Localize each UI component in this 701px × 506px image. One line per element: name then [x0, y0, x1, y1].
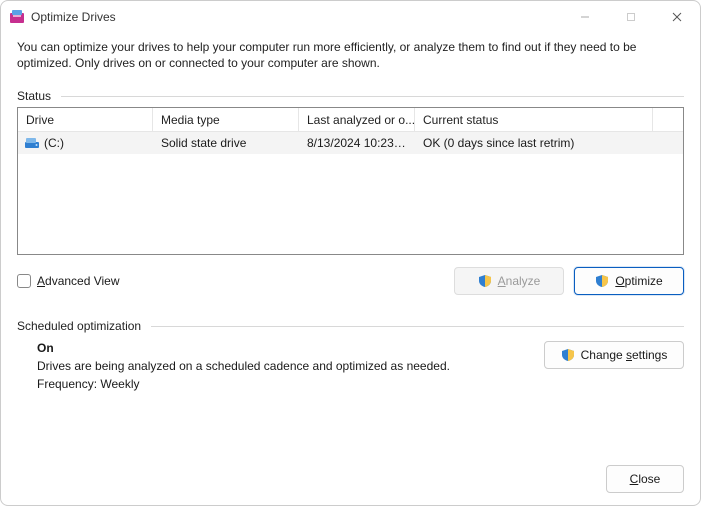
- sched-text: On Drives are being analyzed on a schedu…: [17, 341, 534, 391]
- sched-label-text: Scheduled optimization: [17, 319, 141, 333]
- media-cell: Solid state drive: [153, 136, 299, 150]
- col-status-header[interactable]: Current status: [415, 108, 653, 131]
- minimize-button[interactable]: [562, 1, 608, 33]
- table-row[interactable]: (C:) Solid state drive 8/13/2024 10:23 P…: [18, 132, 683, 154]
- status-section-label: Status: [17, 89, 684, 103]
- change-settings-button[interactable]: Change settings: [544, 341, 684, 369]
- status-cell: OK (0 days since last retrim): [415, 136, 653, 150]
- shield-icon: [561, 348, 575, 362]
- sched-rule: [151, 326, 684, 327]
- optimize-label: Optimize: [615, 274, 662, 288]
- app-icon: [9, 9, 25, 25]
- analyze-label: Analyze: [498, 274, 541, 288]
- analyze-button[interactable]: Analyze: [454, 267, 564, 295]
- status-rule: [61, 96, 684, 97]
- sched-freq: Frequency: Weekly: [37, 377, 534, 391]
- sched-body: On Drives are being analyzed on a schedu…: [17, 341, 684, 391]
- status-label-text: Status: [17, 89, 51, 103]
- col-drive-header[interactable]: Drive: [18, 108, 153, 131]
- close-window-button[interactable]: [654, 1, 700, 33]
- sched-section-label: Scheduled optimization: [17, 319, 684, 333]
- titlebar: Optimize Drives: [1, 1, 700, 33]
- row-actions: Advanced View Analyze Optimize: [17, 267, 684, 295]
- window-title: Optimize Drives: [31, 10, 116, 24]
- footer: Close: [17, 445, 684, 493]
- advanced-view-checkbox[interactable]: [17, 274, 31, 288]
- drive-icon: [24, 136, 40, 150]
- last-cell: 8/13/2024 10:23 PM: [299, 136, 415, 150]
- shield-icon: [595, 274, 609, 288]
- col-media-header[interactable]: Media type: [153, 108, 299, 131]
- change-settings-label: Change settings: [581, 348, 668, 362]
- drives-list[interactable]: Drive Media type Last analyzed or o... C…: [17, 107, 684, 255]
- optimize-button[interactable]: Optimize: [574, 267, 684, 295]
- drives-list-header: Drive Media type Last analyzed or o... C…: [18, 108, 683, 132]
- close-label: Close: [630, 472, 661, 486]
- drive-cell: (C:): [18, 136, 153, 150]
- col-last-header[interactable]: Last analyzed or o...: [299, 108, 415, 131]
- col-pad: [653, 108, 683, 131]
- content-area: You can optimize your drives to help you…: [1, 33, 700, 505]
- optimize-drives-window: Optimize Drives You can optimize your dr…: [0, 0, 701, 506]
- maximize-button[interactable]: [608, 1, 654, 33]
- sched-desc: Drives are being analyzed on a scheduled…: [37, 359, 534, 373]
- advanced-view-label: Advanced View: [37, 274, 120, 288]
- sched-on: On: [37, 341, 534, 355]
- drive-name: (C:): [44, 136, 64, 150]
- scheduled-optimization-section: Scheduled optimization On Drives are bei…: [17, 319, 684, 391]
- close-button[interactable]: Close: [606, 465, 684, 493]
- intro-text: You can optimize your drives to help you…: [17, 39, 684, 71]
- shield-icon: [478, 274, 492, 288]
